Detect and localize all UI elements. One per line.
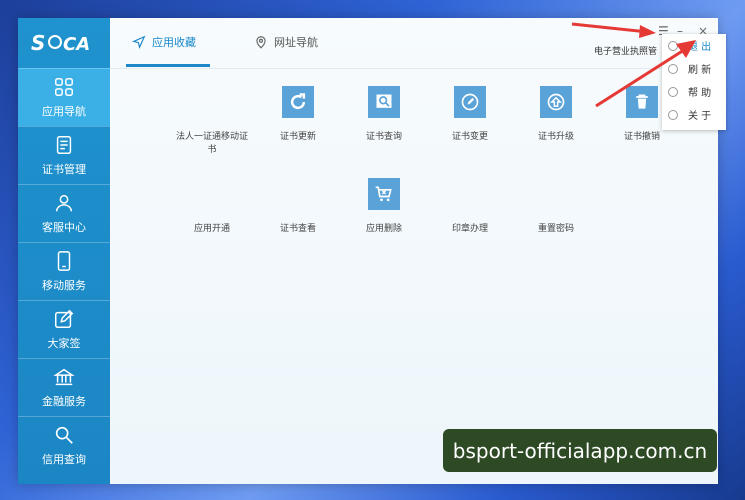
svg-text:S: S	[31, 31, 45, 55]
grid-icon	[55, 78, 73, 96]
trash-icon	[626, 86, 658, 118]
certificate-icon	[56, 136, 72, 154]
app-cert-upgrade[interactable]: 证书升级	[518, 86, 594, 144]
sidebar-item-mobile-service[interactable]: 移动服务	[18, 242, 110, 300]
tab-label: 应用收藏	[152, 36, 196, 49]
main-panel: 应用收藏 网址导航 电子营业执照管 ☰ – × 法人一证通移动证书 证书更新 证…	[110, 18, 718, 484]
tab-bar: 应用收藏 网址导航 电子营业执照管 ☰ – ×	[110, 18, 718, 69]
edit-icon	[454, 86, 486, 118]
menu-item-about[interactable]: 关 于	[662, 103, 726, 126]
bank-icon	[53, 368, 75, 386]
logo: S CA	[18, 18, 110, 68]
sidebar-item-app-navigation[interactable]: 应用导航	[18, 68, 110, 126]
power-icon	[668, 40, 678, 51]
tab-label: 网址导航	[274, 36, 318, 49]
app-open-service[interactable]: 应用开通	[174, 178, 250, 236]
app-mobile-cert[interactable]: 法人一证通移动证书	[174, 86, 250, 157]
app-window: S CA 应用导航 证书管理 客服中心 移动服务 大家签 金融服务 信用查询 应…	[18, 18, 718, 484]
menu-item-refresh[interactable]: 刷 新	[662, 57, 726, 80]
menu-item-label: 帮 助	[688, 88, 712, 99]
logo-icon: S CA	[31, 31, 90, 55]
app-label: 印章办理	[451, 224, 488, 234]
app-label: 应用开通	[193, 224, 230, 234]
active-tab-indicator	[126, 64, 210, 67]
menu-item-label: 退 出	[688, 42, 712, 53]
info-icon	[668, 109, 678, 120]
app-reset-password[interactable]: 重置密码	[518, 178, 594, 236]
app-cert-view[interactable]: 证书查看	[260, 178, 336, 236]
location-icon	[256, 36, 266, 49]
app-cert-change[interactable]: 证书变更	[432, 86, 508, 144]
app-label: 重置密码	[537, 224, 574, 234]
refresh-small-icon	[668, 63, 678, 74]
user-info-text: 电子营业执照管	[594, 47, 658, 57]
refresh-icon	[282, 86, 314, 118]
app-label: 应用删除	[365, 224, 402, 234]
menu-item-exit[interactable]: 退 出	[662, 34, 726, 57]
menu-item-label: 刷 新	[688, 65, 712, 76]
sidebar-item-credit-query[interactable]: 信用查询	[18, 416, 110, 474]
tab-web-navigation[interactable]: 网址导航	[254, 34, 318, 50]
sidebar-item-label: 证书管理	[42, 163, 86, 176]
app-label: 法人一证通移动证书	[175, 132, 248, 155]
sidebar: S CA 应用导航 证书管理 客服中心 移动服务 大家签 金融服务 信用查询	[18, 18, 110, 484]
sidebar-item-label: 移动服务	[42, 279, 86, 292]
svg-text:CA: CA	[63, 34, 90, 55]
menu-item-label: 关 于	[688, 111, 712, 122]
sidebar-item-financial-service[interactable]: 金融服务	[18, 358, 110, 416]
app-label: 证书更新	[279, 132, 316, 142]
app-label: 证书查询	[365, 132, 402, 142]
sidebar-item-label: 应用导航	[42, 105, 86, 118]
dropdown-menu: 退 出 刷 新 帮 助 关 于	[662, 34, 726, 130]
help-icon	[668, 86, 678, 97]
sidebar-item-label: 信用查询	[42, 453, 86, 466]
app-seal-handling[interactable]: 印章办理	[432, 178, 508, 236]
sidebar-item-label: 金融服务	[42, 395, 86, 408]
search-icon	[55, 426, 73, 444]
app-label: 证书查看	[279, 224, 316, 234]
sidebar-item-customer-service[interactable]: 客服中心	[18, 184, 110, 242]
menu-item-help[interactable]: 帮 助	[662, 80, 726, 103]
doc-search-icon	[368, 86, 400, 118]
tab-app-favorites[interactable]: 应用收藏	[132, 34, 196, 50]
cart-delete-icon	[368, 178, 400, 210]
sidebar-item-dajiaqian[interactable]: 大家签	[18, 300, 110, 358]
app-label: 证书撤销	[623, 132, 660, 142]
app-cert-update[interactable]: 证书更新	[260, 86, 336, 144]
sidebar-item-certificate-management[interactable]: 证书管理	[18, 126, 110, 184]
app-label: 证书变更	[451, 132, 488, 142]
upgrade-icon	[540, 86, 572, 118]
app-delete[interactable]: 应用删除	[346, 178, 422, 236]
send-icon	[132, 35, 146, 49]
app-cert-query[interactable]: 证书查询	[346, 86, 422, 144]
phone-icon	[57, 251, 71, 271]
user-icon	[55, 194, 73, 212]
watermark: bsport-officialapp.com.cn	[443, 429, 717, 472]
sidebar-item-label: 大家签	[47, 337, 81, 350]
sign-icon	[55, 309, 74, 328]
sidebar-item-label: 客服中心	[42, 221, 86, 234]
app-label: 证书升级	[537, 132, 574, 142]
